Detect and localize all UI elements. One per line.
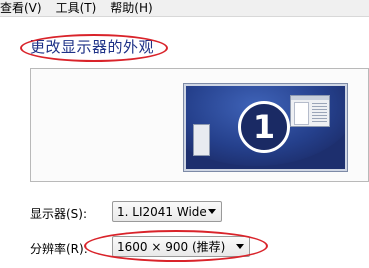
menu-tools[interactable]: 工具(T) bbox=[52, 1, 101, 16]
chevron-down-icon bbox=[208, 209, 216, 214]
window-thumbnail-left bbox=[193, 124, 210, 156]
menu-help[interactable]: 帮助(H) bbox=[106, 1, 156, 16]
monitor-number-badge: 1 bbox=[238, 101, 290, 153]
chevron-down-icon bbox=[236, 244, 244, 249]
resolution-label: 分辨率(R): bbox=[30, 242, 88, 256]
display-select[interactable]: 1. LI2041 Wide bbox=[112, 201, 222, 222]
display-select-value: 1. LI2041 Wide bbox=[117, 204, 207, 219]
menu-bar: 查看(V) 工具(T) 帮助(H) bbox=[0, 0, 369, 17]
menu-view[interactable]: 查看(V) bbox=[0, 1, 46, 16]
monitor-1-preview[interactable]: 1 bbox=[183, 83, 348, 172]
page-title: 更改显示器的外观 bbox=[30, 38, 155, 56]
resolution-select-value: 1600 × 900 (推荐) bbox=[117, 240, 226, 254]
window-titlebar bbox=[291, 96, 329, 100]
resolution-select[interactable]: 1600 × 900 (推荐) bbox=[112, 236, 250, 257]
window-thumbnail-right bbox=[290, 95, 330, 127]
left-edge bbox=[0, 18, 4, 268]
window-text-lines bbox=[312, 103, 327, 123]
window-pane bbox=[294, 102, 309, 125]
display-label: 显示器(S): bbox=[30, 207, 88, 221]
